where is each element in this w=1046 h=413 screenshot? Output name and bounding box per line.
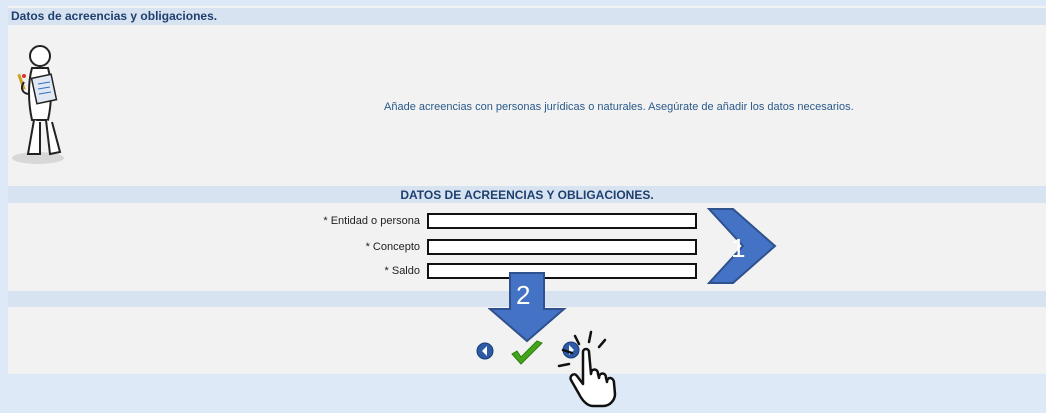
page-title: Datos de acreencias y obligaciones. <box>11 9 218 23</box>
entidad-label: * Entidad o persona <box>323 215 420 227</box>
checkmark-icon[interactable] <box>509 340 545 368</box>
saldo-label: * Saldo <box>384 265 420 277</box>
title-bar: Datos de acreencias y obligaciones. <box>8 8 1046 25</box>
step-1-number: 1 <box>731 233 745 263</box>
back-icon[interactable] <box>476 342 494 360</box>
concepto-label: * Concepto <box>365 241 420 253</box>
step-2-number: 2 <box>516 280 530 310</box>
concepto-input[interactable] <box>427 239 697 255</box>
person-with-clipboard-illustration <box>12 45 64 164</box>
pointing-hand-cursor-icon <box>557 330 617 408</box>
section-title: DATOS DE ACREENCIAS Y OBLIGACIONES. <box>400 188 654 202</box>
section-header: DATOS DE ACREENCIAS Y OBLIGACIONES. <box>8 186 1046 203</box>
step-1-arrow-annotation: 1 <box>706 208 777 284</box>
entidad-input[interactable] <box>427 213 697 229</box>
intro-description: Añade acreencias con personas jurídicas … <box>384 101 854 113</box>
